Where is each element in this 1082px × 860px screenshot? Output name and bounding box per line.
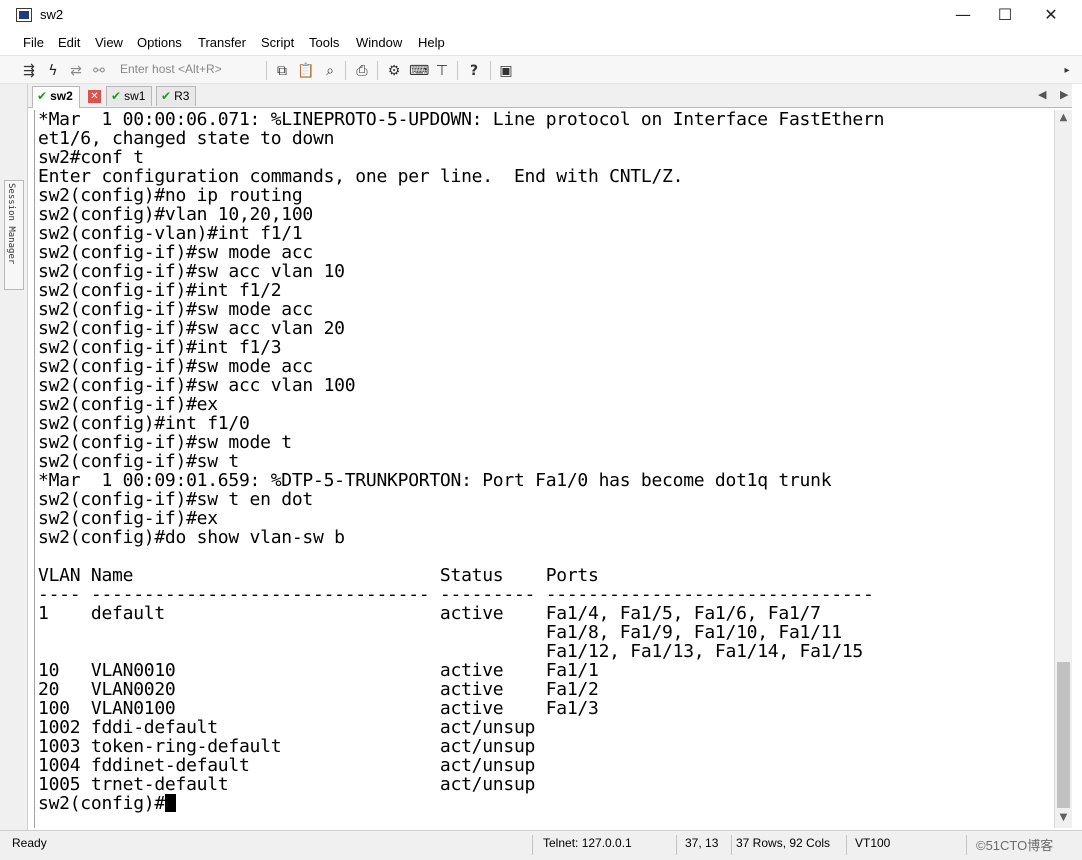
connect-icon[interactable]: ⇶ [20, 62, 38, 80]
terminal-line: *Mar 1 00:00:06.071: %LINEPROTO-5-UPDOWN… [38, 110, 885, 130]
menu-window[interactable]: Window [356, 35, 402, 50]
terminal-line: ---- -------------------------------- --… [38, 584, 874, 605]
menu-options[interactable]: Options [137, 35, 182, 50]
menu-tools[interactable]: Tools [309, 35, 339, 50]
menu-edit[interactable]: Edit [58, 35, 80, 50]
terminal-cursor [164, 794, 176, 812]
terminal-line: sw2(config-if)#sw mode acc [38, 299, 313, 320]
terminal-line: 1 default active Fa1/4, Fa1/5, Fa1/6, Fa… [38, 603, 821, 624]
terminal-line: VLAN Name Status Ports [38, 565, 599, 586]
terminal-line: 1002 fddi-default act/unsup [38, 717, 536, 738]
scroll-up-icon[interactable]: ▲ [1055, 112, 1072, 123]
maximize-button[interactable]: ☐ [982, 0, 1028, 30]
terminal-line: sw2(config)#do show vlan-sw b [38, 527, 345, 548]
watermark-text: ©51CTO博客 [976, 838, 1054, 853]
terminal-line: et1/6, changed state to down [38, 128, 335, 149]
toolbar: ⇶ ϟ ⇄ ⚯ Enter host <Alt+R> ⧉ 📋 ⌕ ⎙ ⚙ ⌨ ⊤… [0, 55, 1082, 84]
minimize-button[interactable]: — [940, 0, 986, 30]
tab-scroll-right-icon[interactable]: ▶ [1060, 88, 1068, 101]
window-title: sw2 [40, 7, 64, 22]
disconnect-icon[interactable]: ⚯ [90, 62, 108, 80]
tab-label: sw1 [124, 89, 146, 103]
terminal-line: 1003 token-ring-default act/unsup [38, 736, 536, 757]
terminal-line: sw2(config)#vlan 10,20,100 [38, 204, 313, 225]
terminal-scrollbar[interactable]: ▲ ▼ [1054, 110, 1072, 828]
tab-r3[interactable]: ✔ R3 [156, 86, 197, 106]
print-icon[interactable]: ⎙ [353, 62, 371, 80]
terminal-line: sw2(config-if)#sw t [38, 451, 239, 472]
host-input[interactable]: Enter host <Alt+R> [120, 62, 222, 76]
tab-label: sw2 [50, 89, 73, 103]
terminal-line: 1005 trnet-default act/unsup [38, 774, 536, 795]
terminal-line: sw2(config)#int f1/0 [38, 413, 250, 434]
session-manager-tab[interactable]: Session Manager [4, 180, 24, 290]
terminal-line: sw2(config-if)#sw t en dot [38, 489, 313, 510]
status-cursor-position: 37, 13 [685, 836, 719, 850]
keymap-icon[interactable]: ⌨ [409, 62, 429, 80]
terminal-line: sw2(config-if)#sw acc vlan 20 [38, 318, 345, 339]
status-connection: Telnet: 127.0.0.1 [543, 836, 632, 850]
terminal-prompt-line: sw2(config)# [38, 794, 176, 813]
terminal-line: sw2(config-if)#sw mode t [38, 432, 292, 453]
terminal-line: 100 VLAN0100 active Fa1/3 [38, 698, 599, 719]
paste-icon[interactable]: 📋 [297, 62, 315, 80]
quick-connect-icon[interactable]: ϟ [44, 62, 62, 80]
terminal-line: Enter configuration commands, one per li… [38, 166, 684, 187]
session-tab-bar: ✔ sw2 ✕ ✔ sw1 ✔ R3 ◀ ▶ [28, 84, 1082, 108]
title-bar: sw2 — ☐ ✕ [0, 0, 1082, 31]
terminal-line: 1004 fddinet-default act/unsup [38, 755, 536, 776]
find-icon[interactable]: ⌕ [321, 62, 339, 80]
terminal-line: sw2(config-if)#ex [38, 508, 218, 529]
sftp-icon[interactable]: ⊤ [433, 62, 451, 80]
terminal-line: sw2#conf t [38, 147, 144, 168]
terminal-line: sw2(config-if)#sw mode acc [38, 356, 313, 377]
copy-icon[interactable]: ⧉ [273, 62, 291, 80]
tab-scroll-left-icon[interactable]: ◀ [1038, 88, 1046, 101]
status-emulation: VT100 [855, 836, 891, 850]
status-ready: Ready [12, 836, 47, 850]
connected-check-icon: ✔ [37, 89, 48, 103]
terminal-line: sw2(config)#no ip routing [38, 185, 303, 206]
scrollbar-thumb[interactable] [1057, 662, 1070, 808]
terminal-line: sw2(config-if)#sw acc vlan 10 [38, 261, 345, 282]
toolbar-scroll-icon[interactable]: ▸ [1058, 62, 1076, 80]
menu-script[interactable]: Script [261, 35, 294, 50]
terminal-line: sw2(config-if)#int f1/3 [38, 337, 282, 358]
menu-help[interactable]: Help [418, 35, 445, 50]
menu-view[interactable]: View [95, 35, 123, 50]
menu-file[interactable]: File [23, 35, 44, 50]
session-manager-label: Session Manager [6, 183, 16, 265]
terminal-prompt: sw2(config)# [38, 793, 165, 814]
terminal-line: *Mar 1 00:09:01.659: %DTP-5-TRUNKPORTON:… [38, 470, 832, 491]
terminal-line: Fa1/12, Fa1/13, Fa1/14, Fa1/15 [38, 641, 864, 662]
close-button[interactable]: ✕ [1028, 0, 1074, 30]
terminal-screen[interactable]: *Mar 1 00:00:06.071: %LINEPROTO-5-UPDOWN… [34, 110, 1054, 828]
window-right-edge [1072, 84, 1082, 830]
scroll-down-icon[interactable]: ▼ [1055, 812, 1072, 823]
connected-check-icon: ✔ [111, 89, 122, 103]
screen-icon[interactable]: ▣ [497, 62, 515, 80]
terminal-line: sw2(config-if)#sw mode acc [38, 242, 313, 263]
tab-close-icon[interactable]: ✕ [88, 90, 101, 103]
tab-sw2[interactable]: ✔ sw2 [32, 86, 80, 108]
menu-transfer[interactable]: Transfer [198, 35, 246, 50]
help-icon[interactable]: ? [465, 62, 483, 80]
status-terminal-size: 37 Rows, 92 Cols [736, 836, 831, 850]
settings-gear-icon[interactable]: ⚙ [385, 62, 403, 80]
tab-label: R3 [174, 89, 190, 103]
terminal-line: sw2(config-if)#ex [38, 394, 218, 415]
tab-sw1[interactable]: ✔ sw1 [106, 86, 153, 106]
connected-check-icon: ✔ [161, 89, 172, 103]
terminal-line: sw2(config-if)#int f1/2 [38, 280, 282, 301]
terminal-line: sw2(config-vlan)#int f1/1 [38, 223, 303, 244]
status-bar: Ready Telnet: 127.0.0.1 37, 13 37 Rows, … [0, 830, 1082, 860]
reconnect-icon[interactable]: ⇄ [67, 62, 85, 80]
terminal-line: Fa1/8, Fa1/9, Fa1/10, Fa1/11 [38, 622, 842, 643]
terminal-line: 10 VLAN0010 active Fa1/1 [38, 660, 599, 681]
app-icon [16, 8, 32, 22]
terminal-line: sw2(config-if)#sw acc vlan 100 [38, 375, 356, 396]
terminal-line: 20 VLAN0020 active Fa1/2 [38, 679, 599, 700]
session-manager-strip: Session Manager [0, 84, 28, 830]
menu-bar: File Edit View Options Transfer Script T… [0, 31, 1082, 55]
